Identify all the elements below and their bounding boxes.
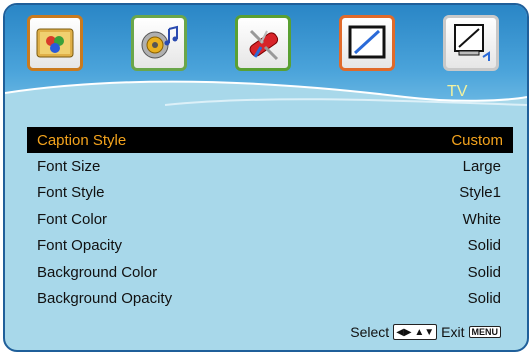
select-hint-label: Select (350, 324, 390, 340)
monitor-icon (348, 25, 386, 59)
menu-row-label: Font Size (37, 158, 101, 176)
menu-row-label: Background Color (37, 263, 158, 281)
menu-row[interactable]: Font Opacity Solid (5, 233, 527, 259)
tab-setup[interactable] (235, 15, 291, 71)
navigate-keys-icon: ◀▶ ▲▼ (393, 324, 438, 340)
menu-key-badge: MENU (468, 326, 501, 338)
palette-icon (36, 28, 74, 58)
tab-sound[interactable] (131, 15, 187, 71)
active-tab-label: TV (447, 83, 468, 100)
menu-row-value: White (462, 210, 501, 228)
menu-row[interactable]: Background Opacity Solid (5, 285, 527, 311)
speaker-music-icon (141, 25, 178, 59)
menu-row-value: Custom (451, 131, 503, 149)
menu-row-value: Solid (467, 290, 501, 308)
menu-row-label: Caption Style (37, 131, 127, 149)
menu-row[interactable]: Font Style Style1 (5, 180, 527, 206)
menu-list: Caption Style Custom Font Size Large Font St… (5, 127, 527, 312)
menu-row-label: Font Opacity (37, 237, 123, 255)
menu-row-value: Solid (467, 237, 501, 255)
menu-row[interactable]: Background Color Solid (5, 259, 527, 285)
tab-bar (27, 15, 507, 75)
menu-header: TV (5, 5, 527, 123)
tab-tv[interactable] (443, 15, 499, 71)
menu-row[interactable]: Caption Style Custom (27, 127, 513, 154)
tab-picture[interactable] (27, 15, 83, 71)
menu-row-label: Font Color (37, 210, 108, 228)
tv-antenna-icon (454, 24, 490, 61)
swiss-knife-icon (249, 29, 279, 61)
menu-row-label: Font Style (37, 184, 105, 202)
tab-screen[interactable] (339, 15, 395, 71)
menu-row-label: Background Opacity (37, 290, 173, 308)
menu-row[interactable]: Font Size Large (5, 153, 527, 179)
osd-menu-panel: TV Caption Style Custom Font Size Large Font… (3, 3, 529, 352)
exit-hint-label: Exit (441, 324, 465, 340)
menu-row-value: Style1 (459, 184, 501, 202)
menu-row[interactable]: Font Color White (5, 206, 527, 232)
menu-row-value: Large (462, 158, 501, 176)
menu-row-value: Solid (467, 263, 501, 281)
menu-footer: Select ◀▶ ▲▼ Exit MENU (350, 324, 501, 340)
